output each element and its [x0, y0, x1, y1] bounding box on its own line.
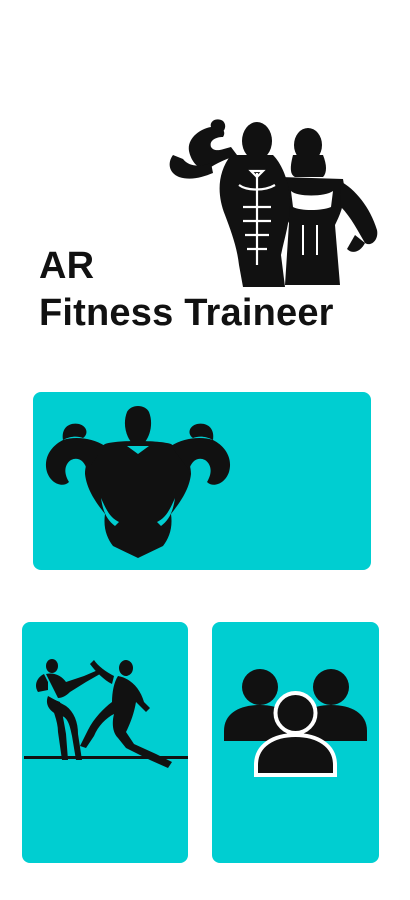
- martial-arts-icon: [24, 659, 188, 768]
- home-screen: AR Fitness Traineer: [0, 0, 410, 900]
- app-title-line1: AR: [39, 245, 95, 287]
- muscle-flex-icon: [45, 406, 231, 558]
- app-title-line2: Fitness Traineer: [39, 292, 334, 334]
- app-title: AR Fitness Traineer: [39, 243, 334, 337]
- community-tile[interactable]: [212, 622, 379, 863]
- workout-tile[interactable]: [33, 392, 371, 570]
- martial-arts-tile[interactable]: [22, 622, 188, 863]
- group-people-icon: [224, 669, 367, 777]
